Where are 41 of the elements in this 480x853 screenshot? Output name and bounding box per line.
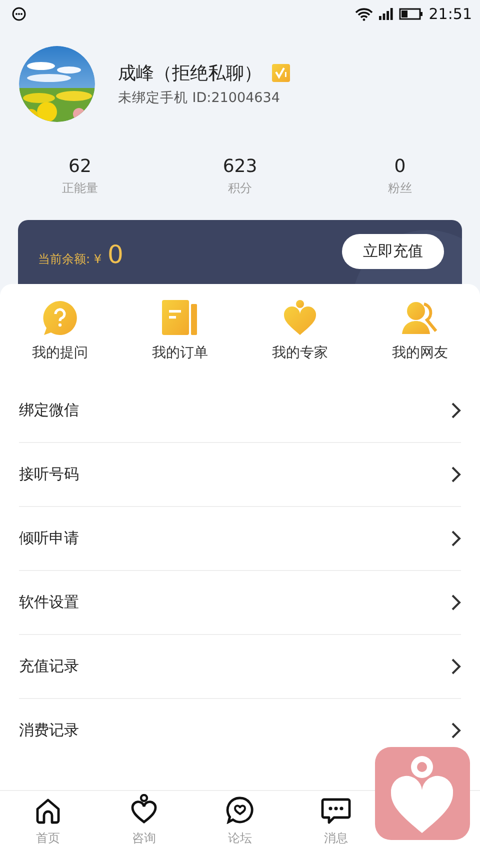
stat-label: 正能量 bbox=[61, 180, 99, 197]
shortcut-label[interactable]: 我的订单 bbox=[152, 344, 208, 362]
menu-item[interactable]: 消费记录 bbox=[19, 721, 79, 740]
chevron-right-icon bbox=[451, 530, 461, 547]
message-icon bbox=[321, 798, 351, 824]
shortcut-label[interactable]: 我的专家 bbox=[272, 344, 328, 362]
recharge-button[interactable]: 立即充值 bbox=[342, 234, 444, 269]
heart-person-icon bbox=[131, 794, 157, 824]
stat-value: 623 bbox=[222, 156, 258, 178]
menu-item[interactable]: 充值记录 bbox=[19, 657, 79, 676]
shortcut-label[interactable]: 我的网友 bbox=[392, 344, 448, 362]
stat-label: 粉丝 bbox=[387, 180, 413, 197]
user-id: 未绑定手机 ID:21004634 bbox=[118, 89, 281, 107]
user-name: 成峰（拒绝私聊） bbox=[118, 62, 262, 85]
document-icon bbox=[162, 300, 198, 336]
heart-person-icon bbox=[283, 300, 317, 336]
question-bubble-icon bbox=[42, 300, 78, 336]
menu-item[interactable]: 软件设置 bbox=[19, 593, 79, 612]
chevron-right-icon bbox=[451, 466, 461, 483]
stat-value: 0 bbox=[393, 156, 407, 178]
chevron-right-icon bbox=[451, 658, 461, 675]
menu-item[interactable]: 绑定微信 bbox=[19, 400, 79, 420]
chevron-right-icon bbox=[451, 594, 461, 611]
home-icon bbox=[35, 798, 61, 824]
clock-time: 21:51 bbox=[428, 5, 472, 23]
chevron-right-icon bbox=[451, 722, 461, 739]
heart-app-icon[interactable] bbox=[375, 747, 470, 840]
balance-label: 当前余额: ¥ bbox=[38, 251, 102, 268]
stat-label: 积分 bbox=[227, 180, 253, 197]
chevron-right-icon bbox=[451, 402, 461, 418]
stat-value: 62 bbox=[68, 156, 92, 178]
signal-icon bbox=[378, 8, 393, 20]
heart-chat-icon bbox=[226, 796, 254, 824]
shortcut-label[interactable]: 我的提问 bbox=[32, 344, 88, 362]
balance-amount: 0 bbox=[108, 240, 124, 269]
users-icon bbox=[402, 300, 438, 336]
battery-icon bbox=[398, 8, 423, 20]
wifi-icon bbox=[354, 8, 373, 20]
menu-item[interactable]: 接听号码 bbox=[19, 465, 79, 484]
more-icon bbox=[12, 7, 26, 21]
menu-item[interactable]: 倾听申请 bbox=[19, 529, 79, 548]
